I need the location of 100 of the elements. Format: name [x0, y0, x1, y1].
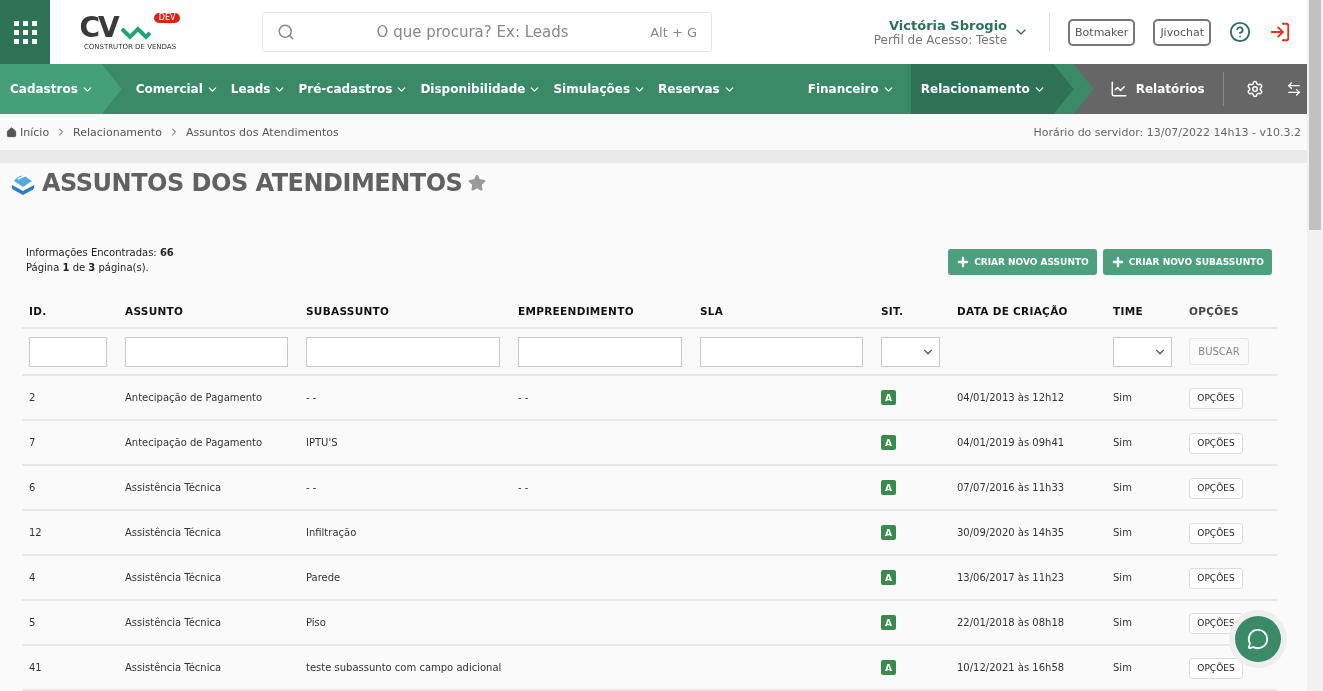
results-count: Informações Encontradas: 66 [26, 246, 174, 260]
filter-input[interactable] [306, 336, 500, 367]
page-count: Página 1 de 3 página(s). [26, 261, 150, 275]
table-cell-text: 4 [28, 572, 37, 583]
table-cell-text: - - [305, 482, 318, 493]
status-badge: A [881, 615, 896, 630]
scrollbar-thumb[interactable] [1309, 0, 1321, 230]
table-cell-text: 12 [28, 527, 43, 538]
table-cell-text: Antecipação de Pagamento [124, 437, 264, 448]
table-cell-text: Sim [1112, 392, 1133, 403]
column-header: OPÇÕES [1188, 305, 1240, 317]
table-cell-text: Antecipação de Pagamento [124, 392, 264, 403]
options-button[interactable]: OPÇÕES [1189, 387, 1243, 409]
shortcut-hint: Alt + G [650, 24, 697, 40]
table-cell-text: - - [305, 392, 318, 403]
filter-input[interactable] [518, 336, 682, 367]
column-header: TIME [1112, 305, 1144, 317]
nav-item[interactable]: Leads [224, 64, 293, 114]
table-cell-text: Assistência Técnica [124, 527, 223, 538]
table-cell-text: teste subassunto com campo adicional [305, 662, 503, 673]
server-time: Horário do servidor: 13/07/2022 14h13 - v10.3.2 [1033, 125, 1301, 139]
table-cell-text: 07/07/2016 às 11h33 [956, 482, 1066, 493]
options-button[interactable]: OPÇÕES [1189, 432, 1243, 454]
table-cell-text: Sim [1112, 527, 1133, 538]
column-header: DATA DE CRIAÇÃO [956, 305, 1069, 317]
star-icon[interactable] [468, 174, 487, 192]
search-icon [277, 23, 295, 41]
breadcrumb-link[interactable]: Assuntos dos Atendimentos [185, 125, 339, 139]
nav-item[interactable]: Pré-cadastros [292, 64, 415, 114]
table-cell-text: 30/09/2020 às 14h35 [956, 527, 1066, 538]
table-cell-text: Sim [1112, 482, 1133, 493]
options-button[interactable]: OPÇÕES [1189, 657, 1243, 679]
table-cell-text: 22/01/2018 às 08h18 [956, 617, 1066, 628]
plus-icon [1110, 255, 1125, 269]
nav-item[interactable]: Simulações [547, 64, 653, 114]
table-cell-text: Sim [1112, 572, 1133, 583]
status-badge: A [881, 435, 896, 450]
nav-item[interactable]: Relacionamento [910, 64, 1074, 114]
table-cell-text: IPTU'S [305, 437, 339, 448]
search-field[interactable]: O que procura? Ex: Leads Alt + G [262, 12, 712, 52]
header-button[interactable]: Botmaker [1068, 18, 1136, 46]
table-cell-text: 5 [28, 617, 37, 628]
page-title: ASSUNTOS DOS ATENDIMENTOS [42, 169, 463, 197]
options-button[interactable]: OPÇÕES [1189, 522, 1243, 544]
nav-item[interactable]: Comercial [129, 64, 225, 114]
column-header: SLA [699, 305, 725, 317]
status-badge: A [881, 660, 896, 675]
table-cell-text: 04/01/2013 às 12h12 [956, 392, 1066, 403]
filter-select[interactable] [1113, 336, 1172, 367]
nav-item[interactable]: Financeiro [801, 64, 901, 114]
table-cell-text: 13/06/2017 às 11h23 [956, 572, 1066, 583]
column-header: EMPREENDIMENTO [517, 305, 635, 317]
search-input[interactable]: O que procura? Ex: Leads [305, 22, 641, 42]
help-icon[interactable] [1229, 21, 1251, 43]
options-button[interactable]: OPÇÕES [1189, 567, 1243, 589]
table-cell-text: - - [517, 482, 530, 493]
nav-item[interactable]: Disponibilidade [414, 64, 548, 114]
table-cell-text: Sim [1112, 437, 1133, 448]
table-cell-text: Piso [305, 617, 327, 628]
breadcrumb-link[interactable]: Início [6, 125, 50, 139]
table-cell-text: 04/01/2019 às 09h41 [956, 437, 1066, 448]
table-cell-text: - - [517, 392, 530, 403]
table-cell-text: Parede [305, 572, 342, 583]
filter-select[interactable] [881, 336, 940, 367]
status-badge: A [881, 570, 896, 585]
nav-item[interactable]: Cadastros [0, 64, 122, 114]
column-header: ID. [28, 305, 48, 317]
table-cell-text: Assistência Técnica [124, 662, 223, 673]
table-cell-text: 10/12/2021 às 16h58 [956, 662, 1066, 673]
search-button[interactable]: BUSCAR [1189, 338, 1249, 365]
filter-input[interactable] [125, 336, 288, 367]
options-button[interactable]: OPÇÕES [1189, 477, 1243, 499]
home-icon [6, 126, 17, 138]
line-chart-icon [1109, 80, 1128, 98]
breadcrumb-link[interactable]: Relacionamento [73, 125, 162, 139]
column-header: SIT. [880, 305, 905, 317]
settings-icon[interactable] [1245, 80, 1264, 98]
filter-input[interactable] [29, 336, 107, 367]
create-button[interactable]: CRIAR NOVO SUBASSUNTO [1102, 249, 1272, 275]
logout-icon[interactable] [1269, 21, 1291, 43]
filter-input[interactable] [700, 336, 863, 367]
swap-arrows-icon[interactable] [1285, 81, 1302, 97]
status-badge: A [881, 525, 896, 540]
user-profile: Perfil de Acesso: Teste [873, 32, 1008, 47]
table-cell-text: 7 [28, 437, 37, 448]
table-cell-text: 6 [28, 482, 37, 493]
table-cell-text: Sim [1112, 617, 1133, 628]
table-cell-text: Sim [1112, 662, 1133, 673]
apps-menu-button[interactable] [0, 0, 50, 64]
table-cell-text: 2 [28, 392, 37, 403]
nav-item[interactable]: Reservas [652, 64, 742, 114]
user-name[interactable]: Victória Sbrogio [889, 17, 1008, 33]
status-badge: A [881, 480, 896, 495]
chat-icon [1247, 628, 1269, 650]
status-badge: A [881, 390, 896, 405]
create-button[interactable]: CRIAR NOVO ASSUNTO [948, 249, 1097, 275]
header-button[interactable]: Jivochat [1153, 18, 1211, 46]
table-cell-text: Assistência Técnica [124, 482, 223, 493]
column-header: SUBASSUNTO [305, 305, 391, 317]
plus-icon [956, 255, 971, 269]
